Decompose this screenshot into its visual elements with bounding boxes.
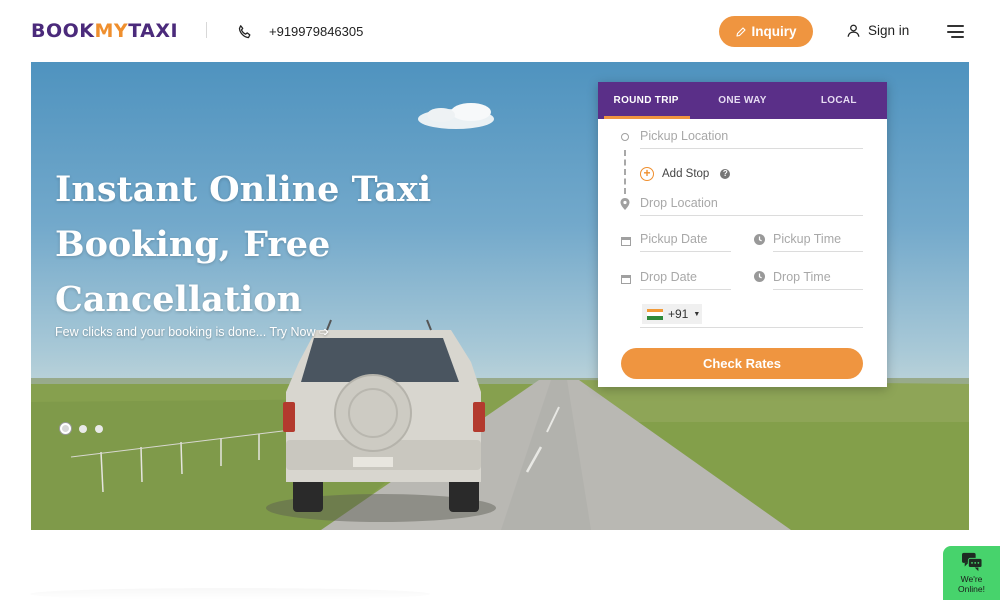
pickup-time-input[interactable]: Pickup Time <box>773 232 863 252</box>
logo[interactable]: BOOKMYTAXI <box>31 20 178 42</box>
tab-one-way[interactable]: ONE WAY <box>694 82 790 119</box>
hero-subtitle[interactable]: Few clicks and your booking is done... T… <box>55 324 329 339</box>
chat-status-label: We're Online! <box>958 574 985 594</box>
plus-circle-icon: + <box>640 167 654 181</box>
drop-location-input[interactable]: Drop Location <box>640 196 863 216</box>
route-connector <box>624 150 626 194</box>
tab-local[interactable]: LOCAL <box>791 82 887 119</box>
check-rates-button[interactable]: Check Rates <box>621 348 863 379</box>
phone-icon <box>238 25 251 39</box>
india-flag-icon <box>647 308 663 320</box>
hero-title: Instant Online Taxi Booking, Free Cancel… <box>55 169 432 320</box>
calendar-icon <box>621 275 631 284</box>
add-stop-button[interactable]: + Add Stop ? <box>640 167 731 181</box>
clock-icon <box>754 234 765 245</box>
sign-in-link[interactable]: Sign in <box>846 23 909 38</box>
phone-number[interactable]: +919979846305 <box>269 24 363 39</box>
carousel-dot-3[interactable] <box>95 424 103 433</box>
clock-icon <box>754 271 765 282</box>
location-pin-icon <box>620 198 630 210</box>
pickup-location-input[interactable]: Pickup Location <box>640 129 863 149</box>
tab-round-trip[interactable]: ROUND TRIP <box>598 82 694 119</box>
chat-bubbles-icon <box>961 552 982 572</box>
phone-input[interactable] <box>640 327 863 328</box>
inquiry-label: Inquiry <box>751 24 797 39</box>
help-icon[interactable]: ? <box>720 169 731 179</box>
trip-type-tabs: ROUND TRIP ONE WAY LOCAL <box>598 82 887 119</box>
calendar-icon <box>621 237 631 246</box>
chat-widget[interactable]: We're Online! <box>943 546 1000 600</box>
header-divider <box>206 22 207 38</box>
country-code-select[interactable]: +91 ▼ <box>642 304 702 324</box>
inquiry-button[interactable]: Inquiry <box>719 16 813 47</box>
sign-in-label: Sign in <box>868 23 910 38</box>
booking-form: ROUND TRIP ONE WAY LOCAL Pickup Location… <box>598 82 887 387</box>
drop-time-input[interactable]: Drop Time <box>773 270 863 290</box>
carousel-dots <box>60 423 103 434</box>
pencil-icon <box>736 26 747 37</box>
pickup-date-input[interactable]: Pickup Date <box>640 232 731 252</box>
caret-down-icon: ▼ <box>693 310 701 318</box>
carousel-dot-1[interactable] <box>60 423 71 434</box>
drop-date-input[interactable]: Drop Date <box>640 270 731 290</box>
pickup-circle-icon <box>621 133 629 141</box>
site-header: BOOKMYTAXI +919979846305 Inquiry Sign in <box>0 0 1000 62</box>
user-icon <box>847 24 860 37</box>
add-stop-label: Add Stop <box>662 168 710 180</box>
section-shadow <box>30 588 430 600</box>
carousel-dot-2[interactable] <box>79 424 87 433</box>
country-code-value: +91 <box>668 307 689 321</box>
hamburger-menu-icon[interactable] <box>947 25 964 38</box>
